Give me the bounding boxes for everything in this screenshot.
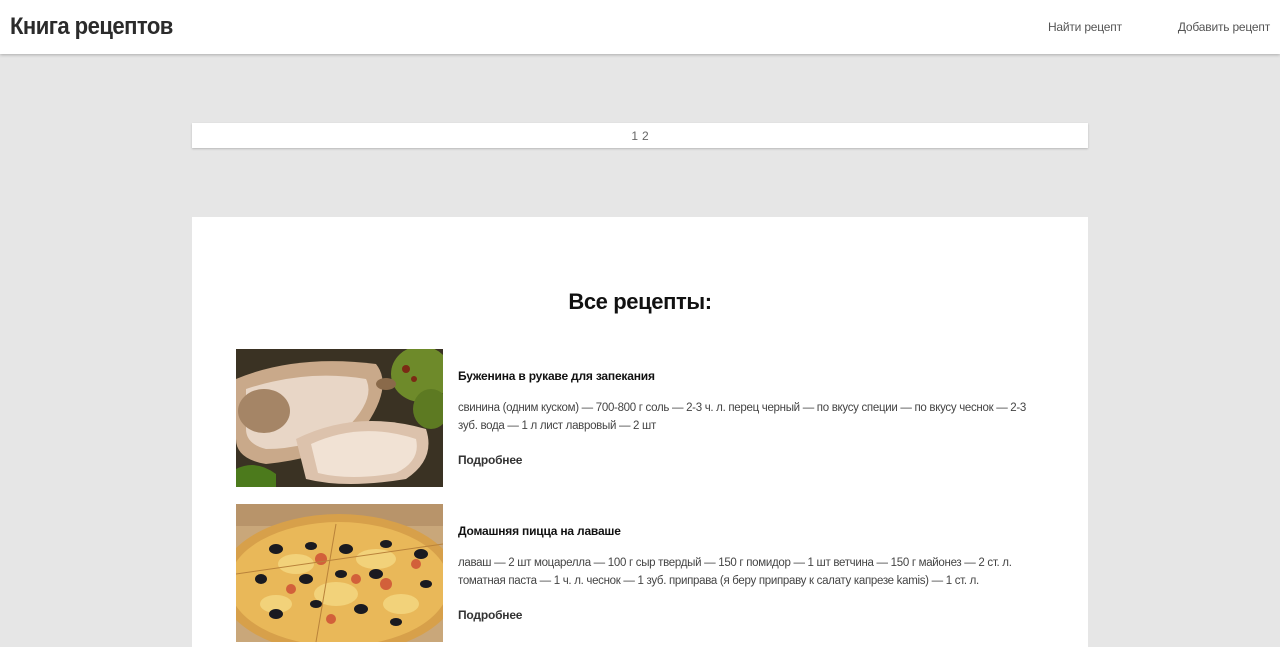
recipe-more-link[interactable]: Подробнее bbox=[458, 453, 522, 467]
recipe-card: Буженина в рукаве для запекания свинина … bbox=[236, 349, 1046, 487]
page-title: Все рецепты: bbox=[568, 289, 712, 314]
recipe-title: Буженина в рукаве для запекания bbox=[458, 369, 655, 383]
recipe-image-pork[interactable] bbox=[236, 349, 443, 487]
recipe-card: Домашняя пицца на лаваше лаваш — 2 шт мо… bbox=[236, 504, 1046, 642]
brand-logo-text[interactable]: Книга рецептов bbox=[10, 13, 173, 41]
nav-find-recipe-link[interactable]: Найти рецепт bbox=[1048, 20, 1122, 34]
recipe-more-link[interactable]: Подробнее bbox=[458, 608, 522, 622]
recipe-text-block: Буженина в рукаве для запекания свинина … bbox=[458, 349, 1048, 469]
top-navbar: Книга рецептов Найти рецепт Добавить рец… bbox=[0, 0, 1280, 54]
recipe-text-block: Домашняя пицца на лаваше лаваш — 2 шт мо… bbox=[458, 504, 1048, 624]
page-link-2[interactable]: 2 bbox=[642, 129, 649, 143]
recipe-title: Домашняя пицца на лаваше bbox=[458, 524, 621, 538]
nav-links: Найти рецепт Добавить рецепт bbox=[1048, 20, 1270, 34]
page-link-1[interactable]: 1 bbox=[631, 129, 638, 143]
pagination-bar: 1 2 bbox=[192, 123, 1088, 148]
recipes-content-card: Все рецепты: Буженина в рукаве для запек… bbox=[192, 217, 1088, 647]
recipe-ingredients: свинина (одним куском) — 700-800 г соль … bbox=[458, 402, 1027, 432]
nav-add-recipe-link[interactable]: Добавить рецепт bbox=[1178, 20, 1270, 34]
recipe-image-pizza[interactable] bbox=[236, 504, 443, 642]
recipe-ingredients: лаваш — 2 шт моцарелла — 100 г сыр тверд… bbox=[458, 557, 1012, 587]
